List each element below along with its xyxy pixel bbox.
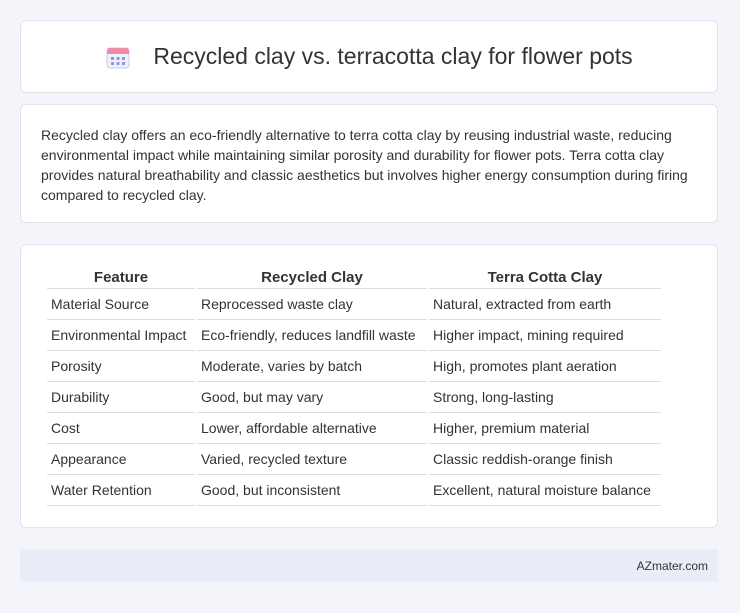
table-cell: High, promotes plant aeration <box>429 351 661 382</box>
table-row: Porosity Moderate, varies by batch High,… <box>47 351 661 382</box>
comparison-table: Feature Recycled Clay Terra Cotta Clay M… <box>45 265 663 506</box>
table-row: Environmental Impact Eco-friendly, reduc… <box>47 320 661 351</box>
table-cell: Good, but may vary <box>197 382 427 413</box>
table-row: Appearance Varied, recycled texture Clas… <box>47 444 661 475</box>
table-cell: Natural, extracted from earth <box>429 289 661 320</box>
table-cell: Lower, affordable alternative <box>197 413 427 444</box>
comparison-card: Feature Recycled Clay Terra Cotta Clay M… <box>20 244 718 528</box>
table-cell: Higher impact, mining required <box>429 320 661 351</box>
table-cell: Durability <box>47 382 195 413</box>
table-cell: Moderate, varies by batch <box>197 351 427 382</box>
table-row: Cost Lower, affordable alternative Highe… <box>47 413 661 444</box>
footer-source: AZmater.com <box>636 558 708 573</box>
calendar-icon <box>106 47 130 68</box>
table-cell: Water Retention <box>47 475 195 506</box>
column-header-recycled-clay: Recycled Clay <box>197 265 427 289</box>
table-cell: Classic reddish-orange finish <box>429 444 661 475</box>
column-header-terra-cotta-clay: Terra Cotta Clay <box>429 265 661 289</box>
table-cell: Material Source <box>47 289 195 320</box>
table-cell: Good, but inconsistent <box>197 475 427 506</box>
table-row: Water Retention Good, but inconsistent E… <box>47 475 661 506</box>
table-cell: Excellent, natural moisture balance <box>429 475 661 506</box>
table-cell: Cost <box>47 413 195 444</box>
table-row: Durability Good, but may vary Strong, lo… <box>47 382 661 413</box>
table-header-row: Feature Recycled Clay Terra Cotta Clay <box>47 265 661 289</box>
intro-card: Recycled clay offers an eco-friendly alt… <box>20 104 718 223</box>
table-cell: Environmental Impact <box>47 320 195 351</box>
intro-text: Recycled clay offers an eco-friendly alt… <box>41 127 688 203</box>
page-title: Recycled clay vs. terracotta clay for fl… <box>153 43 633 69</box>
table-cell: Reprocessed waste clay <box>197 289 427 320</box>
table-cell: Eco-friendly, reduces landfill waste <box>197 320 427 351</box>
title-card: Recycled clay vs. terracotta clay for fl… <box>20 20 718 93</box>
table-cell: Porosity <box>47 351 195 382</box>
footer-bar: AZmater.com <box>20 549 718 582</box>
table-cell: Higher, premium material <box>429 413 661 444</box>
column-header-feature: Feature <box>47 265 195 289</box>
table-cell: Appearance <box>47 444 195 475</box>
table-row: Material Source Reprocessed waste clay N… <box>47 289 661 320</box>
table-cell: Strong, long-lasting <box>429 382 661 413</box>
table-cell: Varied, recycled texture <box>197 444 427 475</box>
